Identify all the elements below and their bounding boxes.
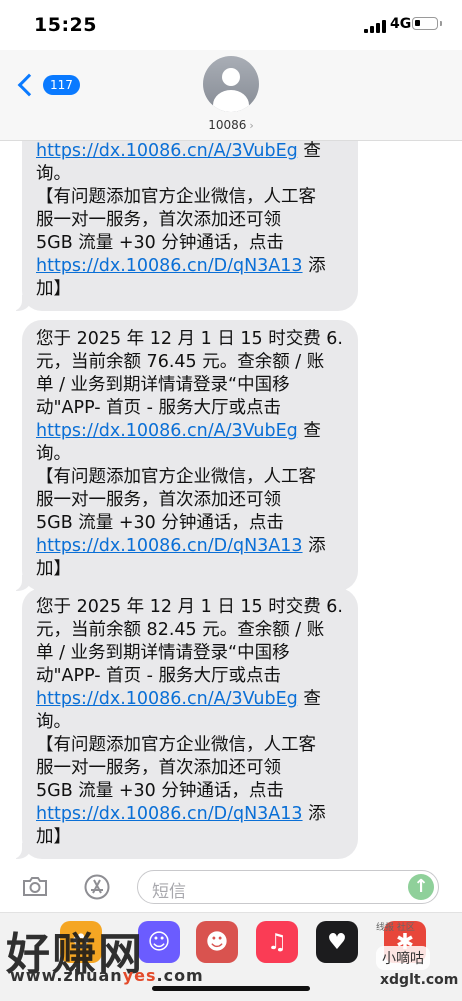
message-text-line: 您于 2025 年 12 月 1 日 15 时交费 6.00 xyxy=(36,596,344,619)
contact-name-text: 10086 xyxy=(208,118,247,132)
message-text-line: 【有问题添加官方企业微信，人工客 xyxy=(36,186,344,209)
message-text: 加】 xyxy=(36,827,71,847)
unread-count-badge: 117 xyxy=(43,75,80,95)
message-text-line: 服一对一服务，首次添加还可领 xyxy=(36,209,344,232)
message-bubble[interactable]: 您于 2025 年 12 月 1 日 15 时交费 6.00 元，当前余额 76.… xyxy=(10,320,358,591)
message-link[interactable]: https://dx.10086.cn/D/qN3A13 xyxy=(36,536,303,556)
message-text: 【有问题添加官方企业微信，人工客 xyxy=(36,467,316,487)
send-arrow-icon[interactable]: ↑ xyxy=(408,874,434,900)
message-text-suffix: 查 xyxy=(297,689,321,709)
message-text-line: 动"APP- 首页 - 服务大厅或点击 xyxy=(36,397,344,420)
message-text-line: 加】 xyxy=(36,826,344,849)
message-text-suffix: 查 xyxy=(297,141,321,161)
message-text-line: 询。 xyxy=(36,443,344,466)
message-link-line: https://dx.10086.cn/D/qN3A13 添 xyxy=(36,535,344,558)
message-text-line: 询。 xyxy=(36,711,344,734)
chevron-right-icon: › xyxy=(249,119,254,132)
message-bubble[interactable]: 您于 2025 年 12 月 1 日 15 时交费 6.00 元，当前余额 82.… xyxy=(10,588,358,859)
message-input[interactable]: 短信 ↑ xyxy=(137,870,439,904)
message-text-suffix: 添 xyxy=(302,256,326,276)
message-thread[interactable]: https://dx.10086.cn/A/3VubEg 查询。 【有问题添加官方… xyxy=(0,0,462,1000)
message-text: 服一对一服务，首次添加还可领 xyxy=(36,210,281,230)
contact-name[interactable]: 10086 › xyxy=(0,118,462,132)
message-text: 服一对一服务，首次添加还可领 xyxy=(36,490,281,510)
camera-icon[interactable] xyxy=(22,876,48,896)
watermark-url-part-2: yes xyxy=(122,966,157,985)
watermark-brand: 小嘀咕 xyxy=(376,946,430,970)
message-text-line: 【有问题添加官方企业微信，人工客 xyxy=(36,734,344,757)
message-text-line: 询。 xyxy=(36,163,344,186)
chevron-left-icon xyxy=(17,73,41,97)
message-text: 加】 xyxy=(36,279,71,299)
message-text: 动"APP- 首页 - 服务大厅或点击 xyxy=(36,666,282,686)
message-text: 您于 2025 年 12 月 1 日 15 时交费 6.00 xyxy=(36,597,344,617)
message-link[interactable]: https://dx.10086.cn/A/3VubEg xyxy=(36,421,298,441)
message-text-line: 加】 xyxy=(36,558,344,581)
message-text: 服一对一服务，首次添加还可领 xyxy=(36,758,281,778)
message-text-line: 单 / 业务到期详情请登录“中国移 xyxy=(36,374,344,397)
message-text-line: 单 / 业务到期详情请登录“中国移 xyxy=(36,642,344,665)
app-store-icon[interactable] xyxy=(84,874,110,900)
watermark-site-url: www.zhuanyes.com xyxy=(10,966,204,985)
message-text: 加】 xyxy=(36,559,71,579)
conversation-header: 117 10086 › xyxy=(0,50,462,141)
message-link-line: https://dx.10086.cn/D/qN3A13 添 xyxy=(36,803,344,826)
message-text: 单 / 业务到期详情请登录“中国移 xyxy=(36,643,290,663)
message-text: 动"APP- 首页 - 服务大厅或点击 xyxy=(36,398,282,418)
message-text-line: 加】 xyxy=(36,278,344,301)
message-link-line: https://dx.10086.cn/A/3VubEg 查 xyxy=(36,140,344,163)
memoji-stickers-app-icon[interactable]: ☻ xyxy=(196,921,238,963)
message-text-line: 动"APP- 首页 - 服务大厅或点击 xyxy=(36,665,344,688)
message-input-placeholder: 短信 xyxy=(152,882,186,902)
message-text-line: 服一对一服务，首次添加还可领 xyxy=(36,489,344,512)
message-link[interactable]: https://dx.10086.cn/A/3VubEg xyxy=(36,141,298,161)
message-text: 您于 2025 年 12 月 1 日 15 时交费 6.00 xyxy=(36,329,344,349)
message-text: 询。 xyxy=(36,164,71,184)
message-text-line: 您于 2025 年 12 月 1 日 15 时交费 6.00 xyxy=(36,328,344,351)
message-text: 询。 xyxy=(36,712,71,732)
message-link-line: https://dx.10086.cn/D/qN3A13 添 xyxy=(36,255,344,278)
message-link-line: https://dx.10086.cn/A/3VubEg 查 xyxy=(36,688,344,711)
message-bubble[interactable]: https://dx.10086.cn/A/3VubEg 查询。 【有问题添加官方… xyxy=(10,118,358,311)
message-text: 元，当前余额 82.45 元。查余额 / 账 xyxy=(36,620,325,640)
message-link[interactable]: https://dx.10086.cn/D/qN3A13 xyxy=(36,804,303,824)
message-text-line: 5GB 流量 +30 分钟通话，点击 xyxy=(36,232,344,255)
watermark-brand-url: xdglt.com xyxy=(380,972,459,988)
message-text: 询。 xyxy=(36,444,71,464)
message-text: 【有问题添加官方企业微信，人工客 xyxy=(36,187,316,207)
message-text-line: 元，当前余额 82.45 元。查余额 / 账 xyxy=(36,619,344,642)
watermark-url-part-3: .com xyxy=(156,966,204,985)
message-text-suffix: 查 xyxy=(297,421,321,441)
message-text: 【有问题添加官方企业微信，人工客 xyxy=(36,735,316,755)
digital-touch-app-icon[interactable]: ♥ xyxy=(316,921,358,963)
home-indicator[interactable] xyxy=(152,986,310,991)
contact-avatar[interactable] xyxy=(203,56,259,112)
message-text: 元，当前余额 76.45 元。查余额 / 账 xyxy=(36,352,325,372)
watermark-url-part-1: www.zhuan xyxy=(10,966,123,985)
message-text: 单 / 业务到期详情请登录“中国移 xyxy=(36,375,290,395)
message-link[interactable]: https://dx.10086.cn/D/qN3A13 xyxy=(36,256,303,276)
message-text-line: 服一对一服务，首次添加还可领 xyxy=(36,757,344,780)
message-link[interactable]: https://dx.10086.cn/A/3VubEg xyxy=(36,689,298,709)
input-bar: 短信 ↑ xyxy=(0,862,462,912)
music-app-icon[interactable]: ♫ xyxy=(256,921,298,963)
message-text-suffix: 添 xyxy=(302,536,326,556)
message-text: 5GB 流量 +30 分钟通话，点击 xyxy=(36,233,284,253)
watermark-community-label: 线报 社区 xyxy=(376,923,415,933)
message-text-line: 5GB 流量 +30 分钟通话，点击 xyxy=(36,512,344,535)
message-text: 5GB 流量 +30 分钟通话，点击 xyxy=(36,513,284,533)
message-text-suffix: 添 xyxy=(302,804,326,824)
back-button[interactable]: 117 xyxy=(16,72,80,98)
memoji-app-icon[interactable]: ☺ xyxy=(138,921,180,963)
message-text: 5GB 流量 +30 分钟通话，点击 xyxy=(36,781,284,801)
message-text-line: 【有问题添加官方企业微信，人工客 xyxy=(36,466,344,489)
message-text-line: 元，当前余额 76.45 元。查余额 / 账 xyxy=(36,351,344,374)
message-text-line: 5GB 流量 +30 分钟通话，点击 xyxy=(36,780,344,803)
message-link-line: https://dx.10086.cn/A/3VubEg 查 xyxy=(36,420,344,443)
